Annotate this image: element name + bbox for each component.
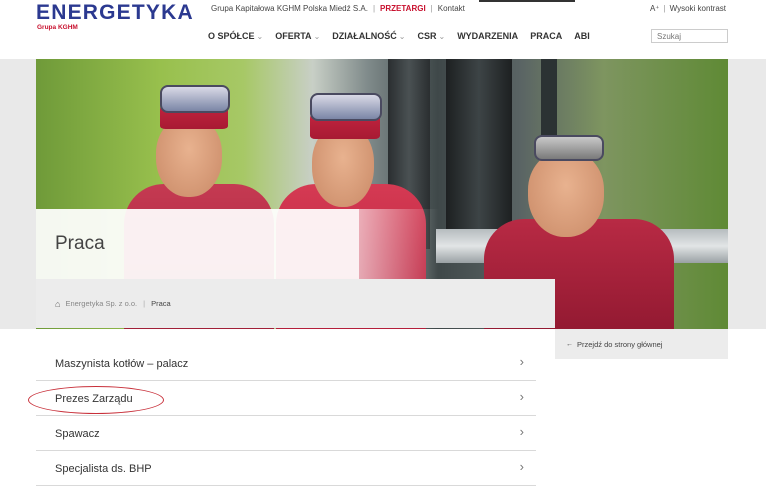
job-item[interactable]: Spawacz › [36,416,536,451]
job-title: Specjalista ds. BHP [55,463,152,475]
breadcrumb-current: Praca [151,299,171,308]
chevron-right-icon: › [519,459,524,474]
nav-item-o-spolce[interactable]: O SPÓŁCE ⌄ [208,31,263,41]
job-title: Maszynista kotłów – palacz [55,358,189,370]
chevron-down-icon: ⌄ [313,31,321,41]
chevron-down-icon: ⌄ [438,31,446,41]
arrow-left-icon: ← [566,340,573,348]
nav-item-oferta[interactable]: OFERTA ⌄ [275,31,320,41]
high-contrast-toggle[interactable]: Wysoki kontrast [670,4,726,13]
nav-label: PRACA [530,31,563,41]
nav-label: WYDARZENIA [457,31,519,41]
title-card: Praca [36,209,439,279]
chevron-right-icon: › [519,354,524,369]
group-link[interactable]: Grupa Kapitałowa KGHM Polska Miedź S.A. [211,4,368,13]
nav-label: OFERTA [275,31,312,41]
annotation-circle [28,386,164,414]
breadcrumb: ⌂ Energetyka Sp. z o.o. | Praca [36,279,555,328]
accessibility-links: A⁺ | Wysoki kontrast [649,4,726,13]
chevron-down-icon: ⌄ [256,31,264,41]
job-item[interactable]: Specjalista ds. BHP › [36,451,536,486]
nav-label: O SPÓŁCE [208,31,255,41]
nav-label: DZIAŁALNOŚĆ [332,31,397,41]
top-indicator [479,0,575,2]
tenders-link[interactable]: PRZETARGI [380,4,426,13]
nav-item-dzialalnosc[interactable]: DZIAŁALNOŚĆ ⌄ [332,31,405,41]
main-nav: O SPÓŁCE ⌄ OFERTA ⌄ DZIAŁALNOŚĆ ⌄ CSR ⌄ WYDA… [208,31,602,41]
chevron-right-icon: › [519,389,524,404]
contact-link[interactable]: Kontakt [438,4,465,13]
job-list: Maszynista kotłów – palacz › Prezes Zarz… [36,346,536,486]
logo-subtitle: Grupa KGHM [37,24,194,32]
nav-item-wydarzenia[interactable]: WYDARZENIA [457,31,518,41]
home-icon[interactable]: ⌂ [55,299,60,309]
logo-wordmark: ENERGETYKA [36,1,194,24]
logo-sub-prefix: Grupa [37,24,58,31]
job-item[interactable]: Maszynista kotłów – palacz › [36,346,536,381]
back-to-home-link[interactable]: ← Przejdź do strony głównej [555,329,728,359]
search-input[interactable] [651,29,728,43]
logo[interactable]: ENERGETYKA Grupa KGHM [36,2,194,32]
nav-item-abi[interactable]: ABI [574,31,590,41]
nav-item-csr[interactable]: CSR ⌄ [417,31,445,41]
back-link-label: Przejdź do strony głównej [577,339,663,349]
nav-label: CSR [417,31,437,41]
page-title: Praca [55,233,105,254]
nav-label: ABI [574,31,590,41]
top-links: Grupa Kapitałowa KGHM Polska Miedź S.A. |… [211,4,465,13]
font-size-toggle[interactable]: A⁺ [650,4,660,13]
job-title: Spawacz [55,428,100,440]
chevron-right-icon: › [519,424,524,439]
nav-item-praca[interactable]: PRACA [530,31,562,41]
breadcrumb-home-link[interactable]: Energetyka Sp. z o.o. [65,299,137,308]
logo-sub-kghm: KGHM [57,24,78,31]
chevron-down-icon: ⌄ [398,31,406,41]
